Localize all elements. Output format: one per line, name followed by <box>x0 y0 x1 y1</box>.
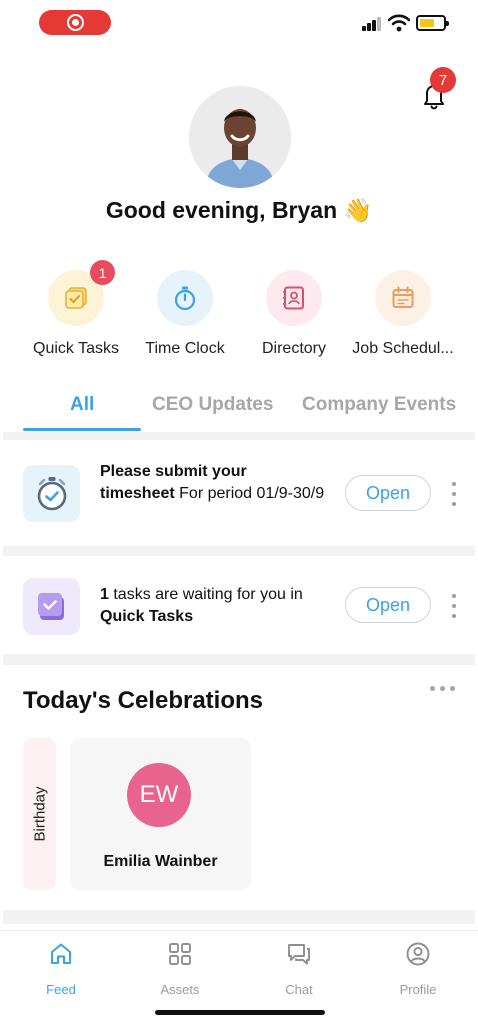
task-count: 1 <box>100 586 109 603</box>
nav-label: Feed <box>46 982 76 997</box>
tab-all[interactable]: All <box>70 394 94 416</box>
divider <box>3 910 475 924</box>
active-tab-indicator <box>23 428 141 431</box>
quick-action-job-scheduling[interactable]: Job Schedul... <box>347 270 459 358</box>
nav-label: Assets <box>160 982 200 997</box>
open-quick-tasks-button[interactable]: Open <box>345 587 431 623</box>
nav-assets[interactable]: Assets <box>140 941 220 997</box>
nav-profile[interactable]: Profile <box>378 941 458 997</box>
tab-company-events[interactable]: Company Events <box>302 394 456 416</box>
avatar[interactable] <box>189 86 291 188</box>
quick-tasks-card: 1 tasks are waiting for you in Quick Tas… <box>3 556 475 654</box>
person-name: Emilia Wainber <box>103 853 218 870</box>
notification-count-badge: 7 <box>430 67 456 93</box>
quick-tasks-badge: 1 <box>90 260 115 285</box>
timesheet-card: Please submit your timesheet For period … <box>3 440 475 546</box>
screen-recording-indicator[interactable] <box>39 10 111 35</box>
user-photo <box>189 86 291 188</box>
person-initials-avatar: EW <box>127 763 191 827</box>
profile-icon <box>406 942 430 966</box>
stopwatch-icon <box>23 465 80 522</box>
battery-icon <box>416 15 449 31</box>
nav-label: Chat <box>285 982 313 997</box>
wifi-icon <box>388 14 410 32</box>
divider <box>3 432 475 440</box>
quick-action-label: Job Schedul... <box>352 340 454 357</box>
quick-tasks-link: Quick Tasks <box>100 608 194 625</box>
home-indicator[interactable] <box>155 1010 325 1015</box>
status-bar <box>0 0 478 50</box>
quick-action-directory[interactable]: Directory <box>238 270 350 358</box>
birthday-category-tab[interactable]: Birthday <box>23 738 56 890</box>
quick-tasks-text: tasks are waiting for you in <box>108 586 303 603</box>
calendar-icon <box>375 270 431 326</box>
nav-chat[interactable]: Chat <box>259 941 339 997</box>
home-icon <box>51 943 71 964</box>
contact-book-icon <box>266 270 322 326</box>
open-timesheet-button[interactable]: Open <box>345 475 431 511</box>
timesheet-more-icon[interactable] <box>451 482 457 506</box>
quick-tasks-more-icon[interactable] <box>451 594 457 618</box>
nav-feed[interactable]: Feed <box>21 941 101 997</box>
quick-action-quick-tasks[interactable]: Quick Tasks <box>20 270 132 358</box>
timesheet-message: Please submit your timesheet For period … <box>100 461 325 505</box>
record-dot-icon <box>72 19 79 26</box>
feed-tabs: All CEO Updates Company Events <box>0 386 478 432</box>
tab-ceo-updates[interactable]: CEO Updates <box>152 394 273 416</box>
greeting-heading: Good evening, Bryan 👋 <box>105 197 373 223</box>
celebrations-more-icon[interactable] <box>430 686 458 692</box>
quick-action-time-clock[interactable]: Time Clock <box>129 270 241 358</box>
stopwatch-icon <box>157 270 213 326</box>
quick-tasks-message: 1 tasks are waiting for you in Quick Tas… <box>100 584 330 628</box>
birthday-label: Birthday <box>31 786 48 842</box>
celebrations-heading: Today's Celebrations <box>23 687 263 714</box>
cellular-signal-icon <box>362 17 382 31</box>
nav-label: Profile <box>399 982 437 997</box>
timesheet-period: For period 01/9-30/9 <box>174 485 325 502</box>
quick-action-label: Time Clock <box>145 340 225 357</box>
quick-action-label: Directory <box>261 340 326 357</box>
chat-icon <box>288 944 310 965</box>
celebration-person-card[interactable]: EW Emilia Wainber <box>70 738 251 890</box>
divider <box>3 654 475 665</box>
grid-icon <box>169 943 191 965</box>
quick-action-label: Quick Tasks <box>33 340 119 357</box>
quick-tasks-icon <box>23 578 80 635</box>
divider <box>3 546 475 556</box>
